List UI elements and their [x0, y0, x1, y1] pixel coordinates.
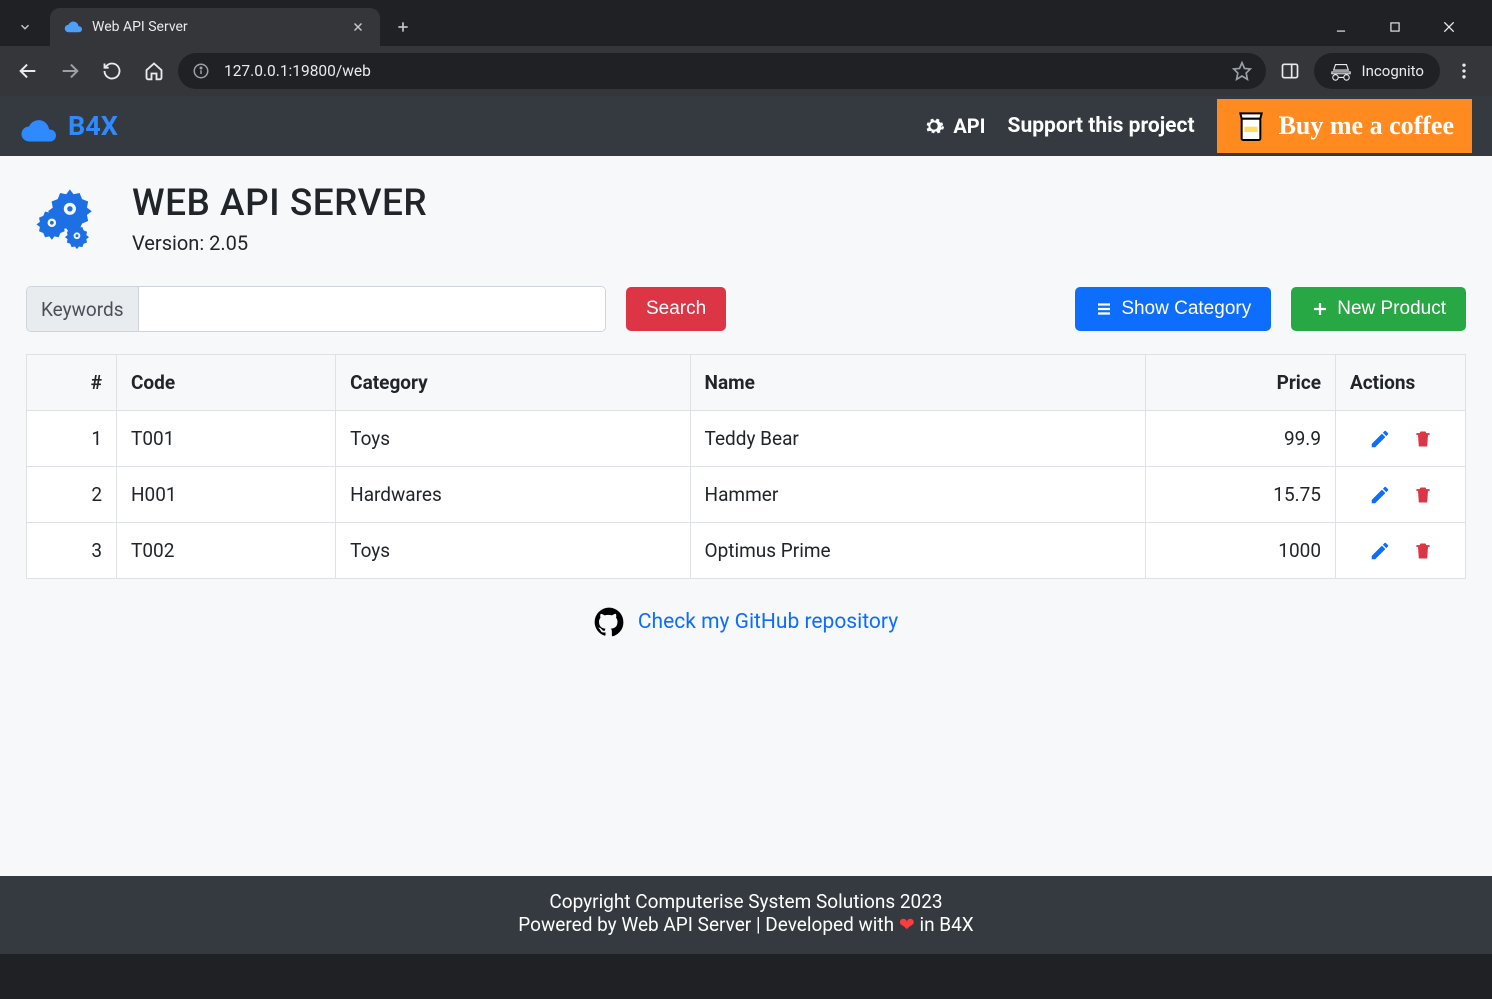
- footer-line2: Powered by Web API Server | Developed wi…: [0, 913, 1492, 936]
- new-product-button[interactable]: New Product: [1291, 287, 1466, 331]
- col-category: Category: [336, 355, 690, 411]
- browser-menu-button[interactable]: [1446, 53, 1482, 89]
- browser-chrome: Web API Server 127.0.0.1:19800/web Incog…: [0, 0, 1492, 96]
- page-footer: Copyright Computerise System Solutions 2…: [0, 876, 1492, 954]
- side-panel-button[interactable]: [1272, 53, 1308, 89]
- new-product-label: New Product: [1337, 298, 1446, 320]
- brand-text: B4X: [68, 110, 118, 142]
- cell-code: H001: [117, 467, 336, 523]
- support-link[interactable]: Support this project: [1008, 114, 1195, 138]
- col-price: Price: [1146, 355, 1336, 411]
- tab-strip: Web API Server: [0, 0, 1492, 46]
- api-label: API: [953, 114, 985, 138]
- delete-icon[interactable]: [1413, 484, 1433, 506]
- coffee-cup-icon: [1235, 108, 1267, 144]
- reload-button[interactable]: [94, 53, 130, 89]
- cell-category: Toys: [336, 523, 690, 579]
- footer-line1: Copyright Computerise System Solutions 2…: [0, 890, 1492, 913]
- show-category-label: Show Category: [1121, 298, 1251, 320]
- maximize-button[interactable]: [1380, 12, 1410, 42]
- window-controls: [1326, 12, 1484, 42]
- site-info-icon[interactable]: [192, 62, 210, 80]
- gears-icon: [26, 182, 104, 260]
- list-icon: [1095, 300, 1113, 318]
- plus-icon: [1311, 300, 1329, 318]
- github-icon: [594, 607, 624, 637]
- cell-code: T001: [117, 411, 336, 467]
- table-row: 3T002ToysOptimus Prime1000: [27, 523, 1466, 579]
- url-text: 127.0.0.1:19800/web: [224, 62, 1218, 80]
- keywords-label: Keywords: [27, 287, 139, 331]
- buy-coffee-button[interactable]: Buy me a coffee: [1217, 99, 1472, 153]
- products-table: # Code Category Name Price Actions 1T001…: [26, 354, 1466, 579]
- keywords-group: Keywords: [26, 286, 606, 332]
- edit-icon[interactable]: [1369, 428, 1391, 450]
- api-link[interactable]: API: [923, 114, 985, 138]
- cell-num: 3: [27, 523, 117, 579]
- tab-title: Web API Server: [92, 19, 340, 35]
- address-bar[interactable]: 127.0.0.1:19800/web: [178, 53, 1266, 89]
- table-row: 1T001ToysTeddy Bear99.9: [27, 411, 1466, 467]
- heart-icon: ❤: [899, 913, 915, 936]
- cell-category: Toys: [336, 411, 690, 467]
- version-text: Version: 2.05: [132, 231, 427, 255]
- tab-search-button[interactable]: [8, 11, 42, 43]
- cell-code: T002: [117, 523, 336, 579]
- forward-button[interactable]: [52, 53, 88, 89]
- col-actions: Actions: [1336, 355, 1466, 411]
- bookmark-star-icon[interactable]: [1232, 61, 1252, 81]
- close-tab-button[interactable]: [350, 19, 366, 35]
- back-button[interactable]: [10, 53, 46, 89]
- page-title: WEB API SERVER: [132, 182, 427, 225]
- delete-icon[interactable]: [1413, 540, 1433, 562]
- cell-price: 15.75: [1146, 467, 1336, 523]
- cell-price: 99.9: [1146, 411, 1336, 467]
- cell-name: Teddy Bear: [690, 411, 1145, 467]
- app-navbar: B4X API Support this project Buy me a co…: [0, 96, 1492, 156]
- cell-num: 2: [27, 467, 117, 523]
- edit-icon[interactable]: [1369, 484, 1391, 506]
- new-tab-button[interactable]: [388, 12, 418, 42]
- show-category-button[interactable]: Show Category: [1075, 287, 1271, 331]
- github-link[interactable]: Check my GitHub repository: [638, 610, 898, 634]
- delete-icon[interactable]: [1413, 428, 1433, 450]
- col-code: Code: [117, 355, 336, 411]
- cloud-icon: [20, 113, 56, 139]
- incognito-label: Incognito: [1362, 62, 1424, 80]
- browser-toolbar: 127.0.0.1:19800/web Incognito: [0, 46, 1492, 96]
- col-name: Name: [690, 355, 1145, 411]
- cell-name: Hammer: [690, 467, 1145, 523]
- cell-category: Hardwares: [336, 467, 690, 523]
- close-window-button[interactable]: [1434, 12, 1464, 42]
- cloud-icon: [64, 18, 82, 36]
- edit-icon[interactable]: [1369, 540, 1391, 562]
- page-content: B4X API Support this project Buy me a co…: [0, 96, 1492, 876]
- home-button[interactable]: [136, 53, 172, 89]
- minimize-button[interactable]: [1326, 12, 1356, 42]
- col-num: #: [27, 355, 117, 411]
- incognito-indicator[interactable]: Incognito: [1314, 53, 1440, 89]
- table-row: 2H001HardwaresHammer15.75: [27, 467, 1466, 523]
- keywords-input[interactable]: [139, 287, 605, 331]
- cell-name: Optimus Prime: [690, 523, 1145, 579]
- incognito-icon: [1330, 60, 1352, 82]
- cell-num: 1: [27, 411, 117, 467]
- brand-link[interactable]: B4X: [20, 110, 118, 142]
- cell-price: 1000: [1146, 523, 1336, 579]
- coffee-label: Buy me a coffee: [1279, 111, 1454, 141]
- search-button[interactable]: Search: [626, 287, 726, 331]
- browser-tab[interactable]: Web API Server: [50, 8, 380, 46]
- gear-icon: [923, 115, 945, 137]
